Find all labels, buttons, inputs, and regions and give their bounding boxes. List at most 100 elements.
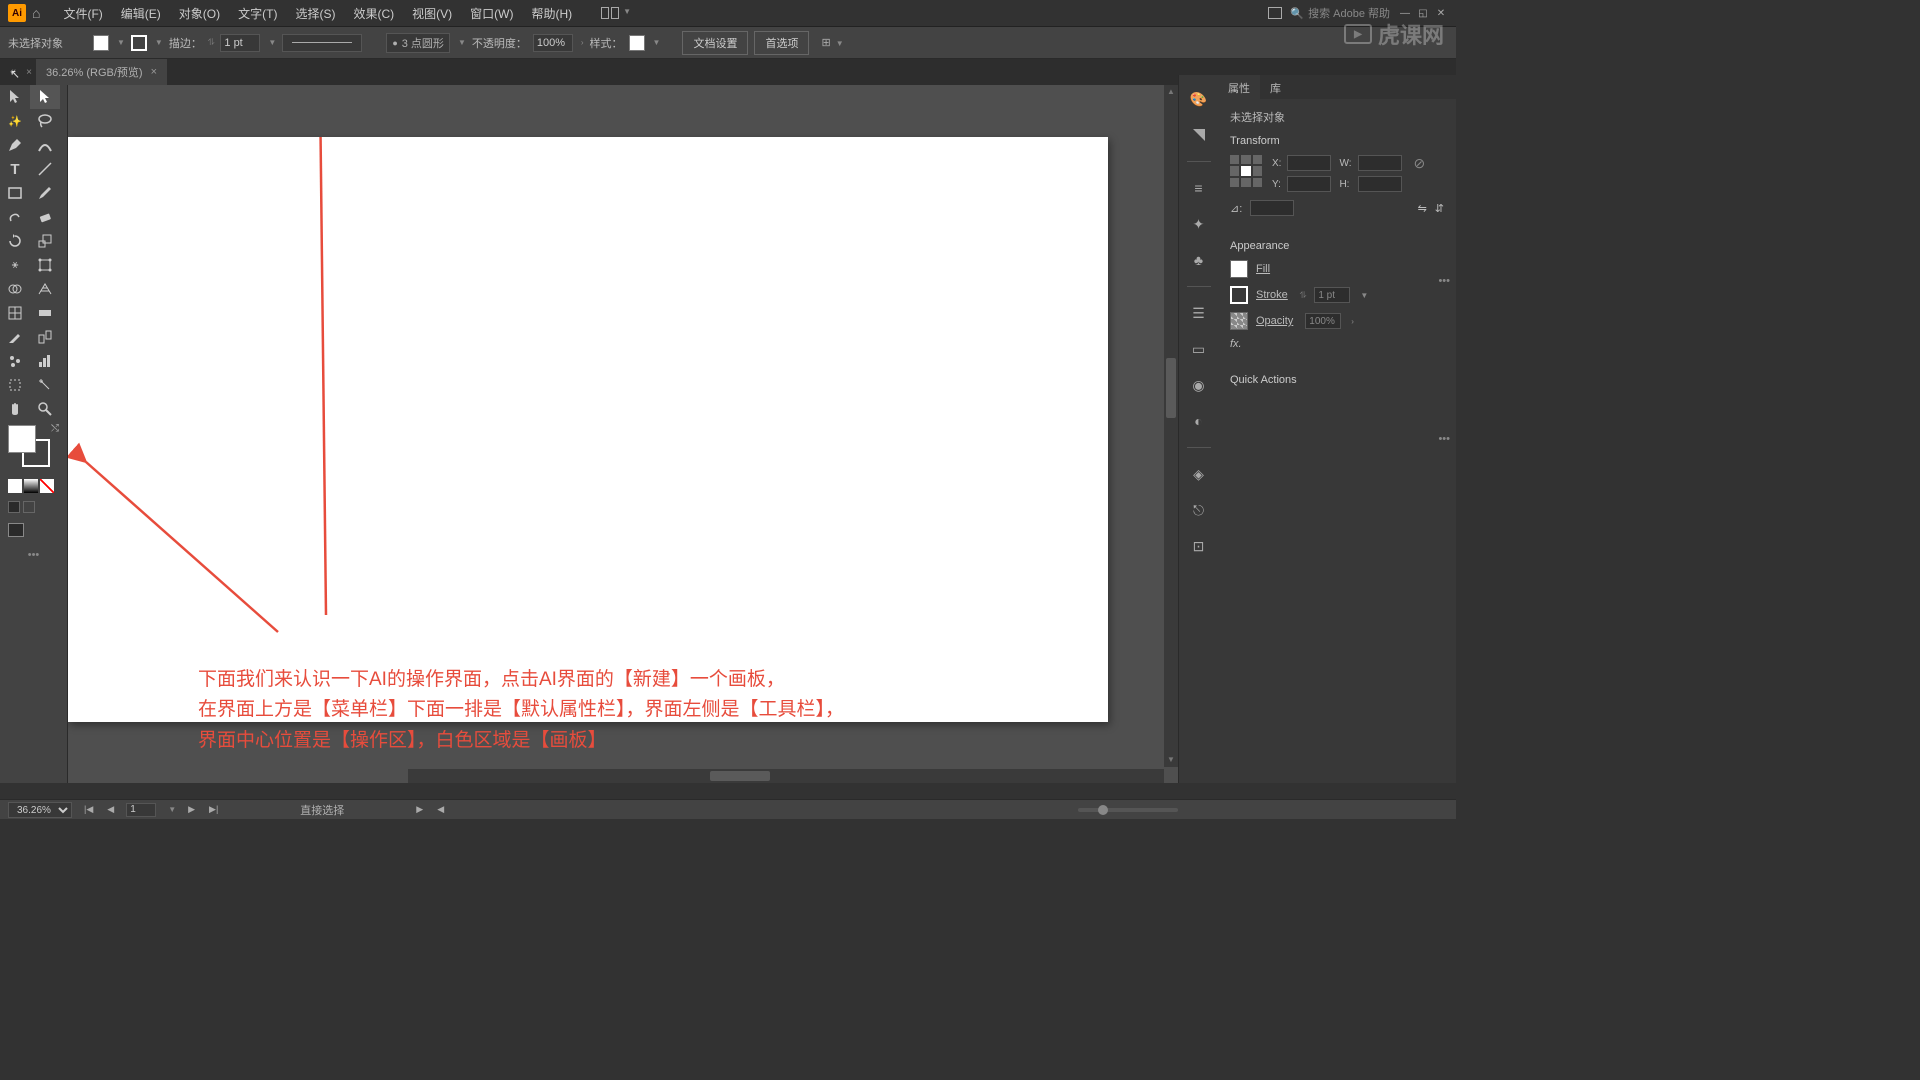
minimize-button[interactable]: — bbox=[1398, 6, 1412, 20]
align-icon[interactable]: ⊞ ▼ bbox=[821, 36, 843, 49]
brushes-panel-icon[interactable]: ✦ bbox=[1187, 212, 1211, 236]
horizontal-scrollbar[interactable] bbox=[408, 769, 1164, 783]
graph-tool[interactable] bbox=[30, 349, 60, 373]
menu-window[interactable]: 窗口(W) bbox=[461, 1, 522, 26]
stroke-width-input[interactable] bbox=[220, 34, 260, 52]
direct-selection-tool[interactable] bbox=[30, 85, 60, 109]
asset-panel-icon[interactable]: ⎋ bbox=[1187, 498, 1211, 522]
preferences-button[interactable]: 首选项 bbox=[754, 31, 809, 55]
stroke-pt-dropdown-icon[interactable]: ▼ bbox=[1360, 291, 1368, 300]
stroke-profile-select[interactable] bbox=[282, 34, 362, 52]
x-input[interactable] bbox=[1287, 155, 1331, 171]
symbols-panel-icon[interactable]: ♣ bbox=[1187, 248, 1211, 272]
shape-builder-tool[interactable] bbox=[0, 277, 30, 301]
stroke-panel-icon[interactable]: ≡ bbox=[1187, 176, 1211, 200]
opacity-pct-input[interactable] bbox=[1305, 313, 1341, 329]
last-artboard-icon[interactable]: ▶| bbox=[207, 804, 220, 815]
tab-properties[interactable]: 属性 bbox=[1218, 75, 1260, 99]
align-panel-icon[interactable]: ☰ bbox=[1187, 301, 1211, 325]
stroke-appearance-swatch[interactable] bbox=[1230, 286, 1248, 304]
artboard[interactable]: 下面我们来认识一下AI的操作界面，点击AI界面的【新建】一个画板， 在界面上方是… bbox=[68, 137, 1108, 722]
type-tool[interactable]: T bbox=[0, 157, 30, 181]
angle-input[interactable] bbox=[1250, 200, 1294, 216]
hand-tool[interactable] bbox=[0, 397, 30, 421]
opacity-input[interactable] bbox=[533, 34, 573, 52]
stroke-dropdown2-icon[interactable]: ▼ bbox=[268, 38, 276, 47]
close-button[interactable]: ✕ bbox=[1434, 6, 1448, 20]
fill-color-swatch[interactable] bbox=[8, 425, 36, 453]
y-input[interactable] bbox=[1287, 176, 1331, 192]
link-wh-icon[interactable]: ⊘ bbox=[1414, 155, 1426, 172]
artboard-dropdown-icon[interactable]: ▼ bbox=[168, 805, 176, 814]
width-tool[interactable]: ⚹ bbox=[0, 253, 30, 277]
graphic-styles-panel-icon[interactable]: ◐ bbox=[1187, 409, 1211, 433]
menu-select[interactable]: 选择(S) bbox=[286, 1, 344, 26]
swap-colors-icon[interactable]: ⤭ bbox=[51, 423, 59, 434]
artboard-number-input[interactable] bbox=[126, 803, 156, 817]
fx-label[interactable]: fx. bbox=[1230, 338, 1242, 350]
menu-type[interactable]: 文字(T) bbox=[229, 1, 286, 26]
scale-tool[interactable] bbox=[30, 229, 60, 253]
line-tool[interactable] bbox=[30, 157, 60, 181]
opacity-link[interactable]: Opacity bbox=[1256, 315, 1293, 327]
style-dropdown-icon[interactable]: ▼ bbox=[653, 38, 661, 47]
gradient-mode-icon[interactable] bbox=[24, 479, 38, 493]
status-play-icon[interactable]: ▶ bbox=[414, 804, 425, 815]
stroke-pt-input[interactable] bbox=[1314, 287, 1350, 303]
opacity-arrow-icon[interactable]: › bbox=[1351, 317, 1354, 326]
search-box[interactable]: 🔍 搜索 Adobe 帮助 bbox=[1290, 5, 1390, 21]
canvas-slider[interactable] bbox=[1078, 808, 1178, 812]
flip-h-icon[interactable]: ⇋ bbox=[1418, 202, 1427, 215]
rectangle-tool[interactable] bbox=[0, 181, 30, 205]
symbol-tool[interactable] bbox=[0, 349, 30, 373]
w-input[interactable] bbox=[1358, 155, 1402, 171]
first-artboard-icon[interactable]: |◀ bbox=[82, 804, 95, 815]
layout-arrange-icon[interactable]: ▼ bbox=[601, 7, 631, 19]
pen-tool[interactable] bbox=[0, 133, 30, 157]
toolbox-more-icon[interactable]: ••• bbox=[0, 541, 67, 569]
opacity-appearance-swatch[interactable] bbox=[1230, 312, 1248, 330]
appearance-more-icon[interactable]: ••• bbox=[1438, 433, 1450, 445]
workspace-icon[interactable] bbox=[1268, 7, 1282, 19]
stroke-dropdown-icon[interactable]: ▼ bbox=[155, 38, 163, 47]
curvature-tool[interactable] bbox=[30, 133, 60, 157]
shaper-tool[interactable] bbox=[0, 205, 30, 229]
maximize-button[interactable]: ◱ bbox=[1416, 6, 1430, 20]
color-panel-icon[interactable]: 🎨 bbox=[1187, 87, 1211, 111]
stroke-stepper2-icon[interactable]: ⥮ bbox=[1300, 290, 1307, 301]
eyedropper-tool[interactable] bbox=[0, 325, 30, 349]
blend-tool[interactable] bbox=[30, 325, 60, 349]
eraser-tool[interactable] bbox=[30, 205, 60, 229]
lasso-tool[interactable] bbox=[30, 109, 60, 133]
document-tab[interactable]: 36.26% (RGB/预览) × bbox=[36, 59, 167, 85]
color-mode-icon[interactable] bbox=[8, 479, 22, 493]
none-mode-icon[interactable] bbox=[40, 479, 54, 493]
fill-appearance-swatch[interactable] bbox=[1230, 260, 1248, 278]
stroke-link[interactable]: Stroke bbox=[1256, 289, 1288, 301]
slice-tool[interactable] bbox=[30, 373, 60, 397]
draw-behind-icon[interactable] bbox=[23, 501, 35, 513]
menu-help[interactable]: 帮助(H) bbox=[522, 1, 581, 26]
brush-dropdown-icon[interactable]: ▼ bbox=[458, 38, 466, 47]
screen-mode-icon[interactable] bbox=[8, 523, 24, 537]
selection-tool[interactable] bbox=[0, 85, 30, 109]
fill-swatch[interactable] bbox=[93, 35, 109, 51]
artboard-tool[interactable] bbox=[0, 373, 30, 397]
fill-dropdown-icon[interactable]: ▼ bbox=[117, 38, 125, 47]
stroke-stepper-icon[interactable]: ⥮ bbox=[208, 37, 215, 48]
mesh-tool[interactable] bbox=[0, 301, 30, 325]
tab-close-icon[interactable]: × bbox=[151, 66, 157, 78]
swatches-panel-icon[interactable] bbox=[1187, 123, 1211, 147]
stroke-swatch[interactable] bbox=[131, 35, 147, 51]
layers-panel-icon[interactable]: ◈ bbox=[1187, 462, 1211, 486]
menu-object[interactable]: 对象(O) bbox=[170, 1, 229, 26]
free-transform-tool[interactable] bbox=[30, 253, 60, 277]
perspective-tool[interactable] bbox=[30, 277, 60, 301]
zoom-select[interactable]: 36.26% bbox=[8, 802, 72, 818]
appearance-panel-icon[interactable]: ◉ bbox=[1187, 373, 1211, 397]
home-icon[interactable]: ⌂ bbox=[32, 5, 40, 21]
transform-more-icon[interactable]: ••• bbox=[1438, 275, 1450, 287]
style-swatch[interactable] bbox=[629, 35, 645, 51]
magic-wand-tool[interactable]: ✨ bbox=[0, 109, 30, 133]
workspace[interactable]: 下面我们来认识一下AI的操作界面，点击AI界面的【新建】一个画板， 在界面上方是… bbox=[68, 85, 1178, 783]
